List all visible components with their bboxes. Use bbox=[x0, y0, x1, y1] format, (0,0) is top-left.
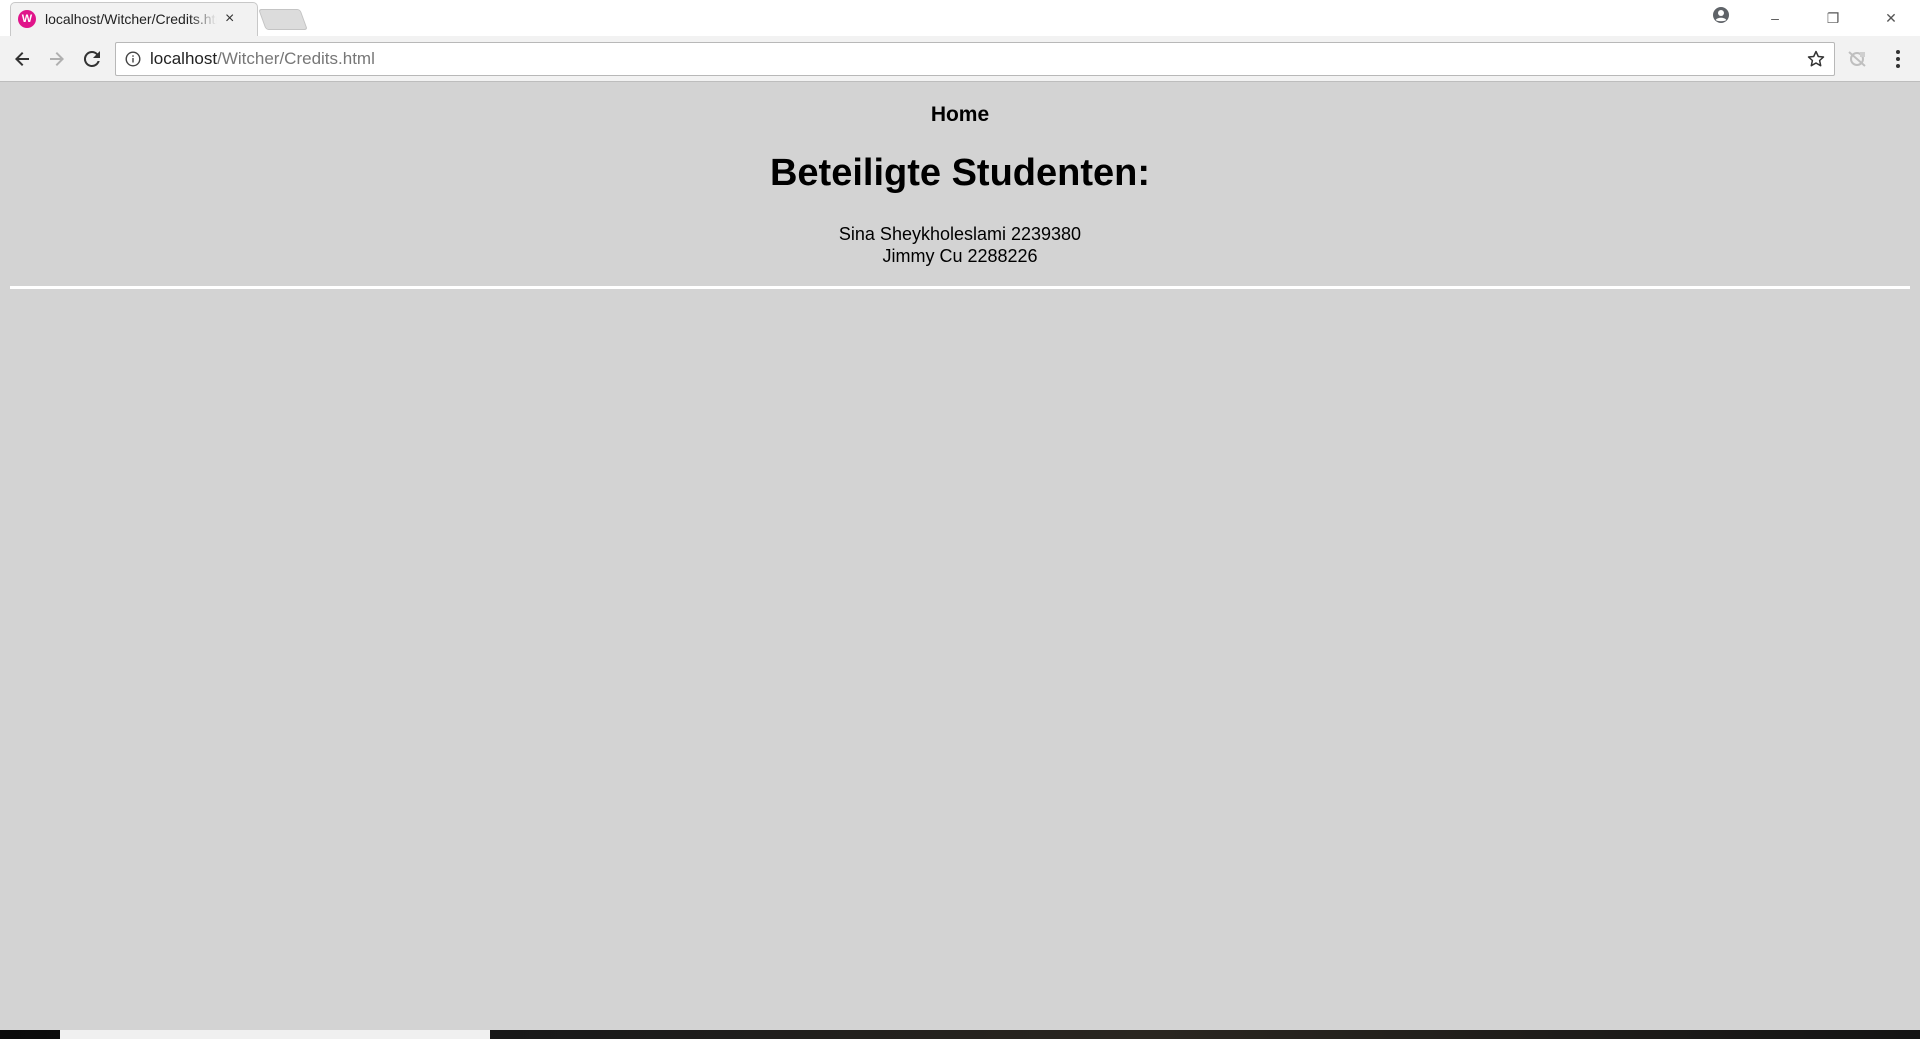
new-tab-button[interactable] bbox=[258, 9, 308, 30]
url-path: /Witcher/Credits.html bbox=[217, 49, 375, 68]
page-viewport: Home Beteiligte Studenten: Sina Sheykhol… bbox=[0, 83, 1920, 1030]
home-link[interactable]: Home bbox=[0, 103, 1920, 127]
close-window-button[interactable]: ✕ bbox=[1862, 1, 1920, 35]
address-bar[interactable]: localhost/Witcher/Credits.html bbox=[115, 42, 1835, 76]
os-taskbar bbox=[0, 1030, 1920, 1039]
menu-icon[interactable] bbox=[1886, 47, 1910, 71]
restore-button[interactable]: ❐ bbox=[1804, 1, 1862, 35]
star-icon[interactable] bbox=[1806, 49, 1826, 69]
profile-icon[interactable] bbox=[1712, 6, 1730, 24]
page-title: Beteiligte Studenten: bbox=[769, 152, 1151, 194]
tab-title: localhost/Witcher/Credits.html bbox=[45, 11, 217, 27]
minimize-button[interactable]: – bbox=[1746, 1, 1804, 35]
window-controls: – ❐ ✕ bbox=[1746, 0, 1920, 36]
back-button[interactable] bbox=[9, 46, 35, 72]
taskbar-search-box[interactable] bbox=[60, 1030, 490, 1039]
horizontal-rule bbox=[10, 286, 1910, 289]
browser-toolbar: localhost/Witcher/Credits.html bbox=[0, 36, 1920, 82]
student-entry: Sina Sheykholeslami 2239380 bbox=[838, 224, 1082, 244]
tab-strip: W localhost/Witcher/Credits.html × – ❐ ✕ bbox=[0, 0, 1920, 36]
extension-icon[interactable] bbox=[1846, 48, 1868, 70]
url-text[interactable]: localhost/Witcher/Credits.html bbox=[150, 49, 375, 69]
browser-tab-content[interactable]: W localhost/Witcher/Credits.html × bbox=[18, 2, 250, 36]
forward-button[interactable] bbox=[44, 46, 70, 72]
url-host: localhost bbox=[150, 49, 218, 68]
info-icon[interactable] bbox=[125, 51, 141, 67]
forward-icon bbox=[50, 52, 64, 66]
reload-button[interactable] bbox=[79, 46, 105, 72]
site-favicon-icon: W bbox=[18, 10, 36, 28]
student-list: Sina Sheykholeslami 2239380 Jimmy Cu 228… bbox=[0, 223, 1920, 267]
back-icon bbox=[15, 52, 29, 66]
student-entry: Jimmy Cu 2288226 bbox=[882, 246, 1038, 266]
tab-close-icon[interactable]: × bbox=[225, 11, 234, 27]
reload-icon bbox=[83, 50, 100, 67]
